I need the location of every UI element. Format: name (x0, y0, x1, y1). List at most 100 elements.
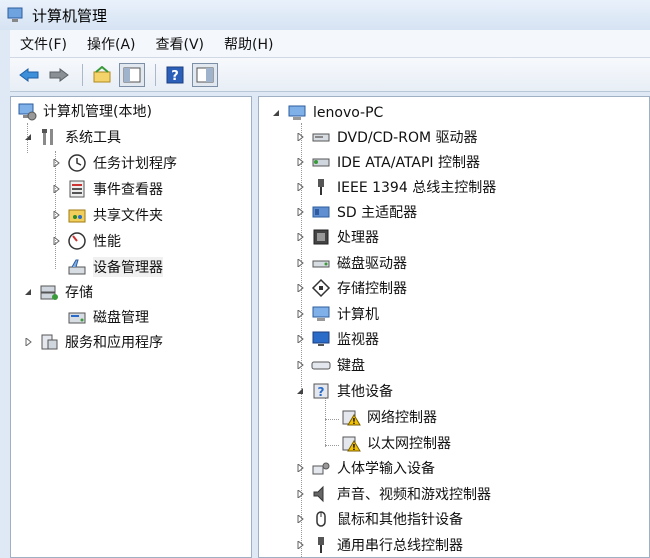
collapsed-triangle-icon[interactable] (295, 258, 305, 268)
toolbar-separator (155, 63, 156, 86)
menu-view[interactable]: 查看(V) (146, 34, 215, 54)
window-title: 计算机管理 (32, 6, 108, 25)
tree-item-task-scheduler[interactable]: 任务计划程序 (51, 151, 177, 175)
show-hide-tree-icon (123, 67, 141, 82)
svg-text:?: ? (171, 69, 179, 84)
tools-icon (39, 127, 59, 147)
menu-file[interactable]: 文件(F) (10, 34, 77, 54)
tree-item-storage[interactable]: 存储 (23, 280, 93, 304)
tree-item-ieee1394[interactable]: IEEE 1394 总线主控制器 (295, 175, 496, 199)
performance-gauge-icon (67, 231, 87, 251)
back-button[interactable] (16, 63, 42, 87)
device-tree-pane[interactable]: lenovo-PC DVD/CD-ROM 驱动器 IDE ATA/ATAPI 控… (258, 96, 650, 558)
tree-item-performance[interactable]: 性能 (51, 229, 121, 253)
monitor-icon (311, 329, 331, 349)
keyboard-icon (311, 355, 331, 375)
storage-controller-icon (311, 278, 331, 298)
collapsed-triangle-icon[interactable] (295, 514, 305, 524)
event-viewer-icon (67, 179, 87, 199)
collapsed-triangle-icon[interactable] (295, 283, 305, 293)
computer-management-icon (6, 6, 24, 24)
storage-icon (39, 282, 59, 302)
menu-bar: 文件(F) 操作(A) 查看(V) 帮助(H) (10, 30, 650, 58)
tree-item-other-devices[interactable]: ? 其他设备 (295, 379, 393, 403)
expanded-triangle-icon[interactable] (295, 386, 305, 396)
mouse-icon (311, 509, 331, 529)
computer-icon (311, 304, 331, 324)
tree-item-lenovo-pc[interactable]: lenovo-PC (271, 101, 383, 125)
tree-item-disk-drives[interactable]: 磁盘驱动器 (295, 251, 407, 275)
tree-item-event-viewer[interactable]: 事件查看器 (51, 177, 163, 201)
collapsed-triangle-icon[interactable] (295, 309, 305, 319)
navigation-tree-pane[interactable]: 计算机管理(本地) 系统工具 任务计划程序 事件查看器 共享文件夹 性能 设备管… (10, 96, 252, 558)
collapsed-triangle-icon[interactable] (295, 232, 305, 242)
device-manager-icon (67, 257, 87, 277)
tree-item-network-controller[interactable]: ! 网络控制器 (341, 405, 437, 429)
speaker-icon (311, 484, 331, 504)
tree-item-sound-video[interactable]: 声音、视频和游戏控制器 (295, 482, 491, 506)
svg-text:!: ! (352, 443, 356, 452)
tree-item-device-manager[interactable]: 设备管理器 (67, 255, 163, 279)
menu-help[interactable]: 帮助(H) (214, 34, 283, 54)
tree-item-dvd-drive[interactable]: DVD/CD-ROM 驱动器 (295, 125, 478, 149)
collapsed-triangle-icon[interactable] (295, 157, 305, 167)
dvd-drive-icon (311, 127, 331, 147)
tree-item-system-tools[interactable]: 系统工具 (23, 125, 121, 149)
toolbar-separator (82, 63, 83, 86)
collapsed-triangle-icon[interactable] (295, 360, 305, 370)
disk-management-icon (67, 307, 87, 327)
expanded-triangle-icon[interactable] (271, 108, 281, 118)
svg-text:?: ? (318, 385, 325, 399)
unknown-device-icon: ? (311, 381, 331, 401)
tree-item-hid[interactable]: 人体学输入设备 (295, 456, 435, 480)
tree-item-services-apps[interactable]: 服务和应用程序 (23, 330, 163, 354)
tree-item-computer[interactable]: 计算机 (295, 302, 379, 326)
collapsed-triangle-icon[interactable] (295, 489, 305, 499)
tree-item-ethernet-controller[interactable]: ! 以太网控制器 (341, 431, 451, 455)
tree-item-usb-controllers[interactable]: 通用串行总线控制器 (295, 533, 463, 557)
back-arrow-icon (19, 67, 39, 82)
svg-text:!: ! (352, 417, 356, 426)
tree-item-ide-controller[interactable]: IDE ATA/ATAPI 控制器 (295, 150, 480, 174)
usb-connector-icon (311, 535, 331, 555)
tree-item-processor[interactable]: 处理器 (295, 225, 379, 249)
ide-controller-icon (311, 152, 331, 172)
warning-device-icon: ! (341, 407, 361, 427)
human-interface-device-icon (311, 458, 331, 478)
collapsed-triangle-icon[interactable] (295, 132, 305, 142)
services-icon (39, 332, 59, 352)
tree-item-monitors[interactable]: 监视器 (295, 327, 379, 351)
collapsed-triangle-icon[interactable] (23, 337, 33, 347)
help-button[interactable]: ? (162, 63, 188, 87)
forward-button[interactable] (46, 63, 72, 87)
tree-item-shared-folders[interactable]: 共享文件夹 (51, 203, 163, 227)
console-icon (196, 67, 214, 82)
forward-arrow-icon (49, 67, 69, 82)
tree-item-keyboards[interactable]: 键盘 (295, 353, 365, 377)
tree-item-computer-management[interactable]: 计算机管理(本地) (17, 99, 152, 123)
collapsed-triangle-icon[interactable] (295, 207, 305, 217)
computer-management-icon (17, 101, 37, 121)
console-button[interactable] (192, 62, 218, 87)
ieee1394-connector-icon (311, 177, 331, 197)
show-hide-tree-button[interactable] (119, 62, 145, 87)
clock-icon (67, 153, 87, 173)
menu-action[interactable]: 操作(A) (77, 34, 146, 54)
tree-item-storage-controllers[interactable]: 存储控制器 (295, 276, 407, 300)
collapsed-triangle-icon[interactable] (295, 334, 305, 344)
up-folder-button[interactable] (89, 63, 115, 87)
collapsed-triangle-icon[interactable] (295, 182, 305, 192)
collapsed-triangle-icon[interactable] (295, 540, 305, 550)
tree-item-sd-adapter[interactable]: SD 主适配器 (295, 200, 417, 224)
expanded-triangle-icon[interactable] (23, 287, 33, 297)
tree-item-mouse[interactable]: 鼠标和其他指针设备 (295, 507, 463, 531)
collapsed-triangle-icon[interactable] (51, 210, 61, 220)
collapsed-triangle-icon[interactable] (51, 236, 61, 246)
up-folder-icon (93, 65, 111, 82)
expanded-triangle-icon[interactable] (23, 132, 33, 142)
collapsed-triangle-icon[interactable] (295, 463, 305, 473)
collapsed-triangle-icon[interactable] (51, 184, 61, 194)
shared-folder-icon (67, 205, 87, 225)
tree-item-disk-management[interactable]: 磁盘管理 (67, 305, 149, 329)
collapsed-triangle-icon[interactable] (51, 158, 61, 168)
